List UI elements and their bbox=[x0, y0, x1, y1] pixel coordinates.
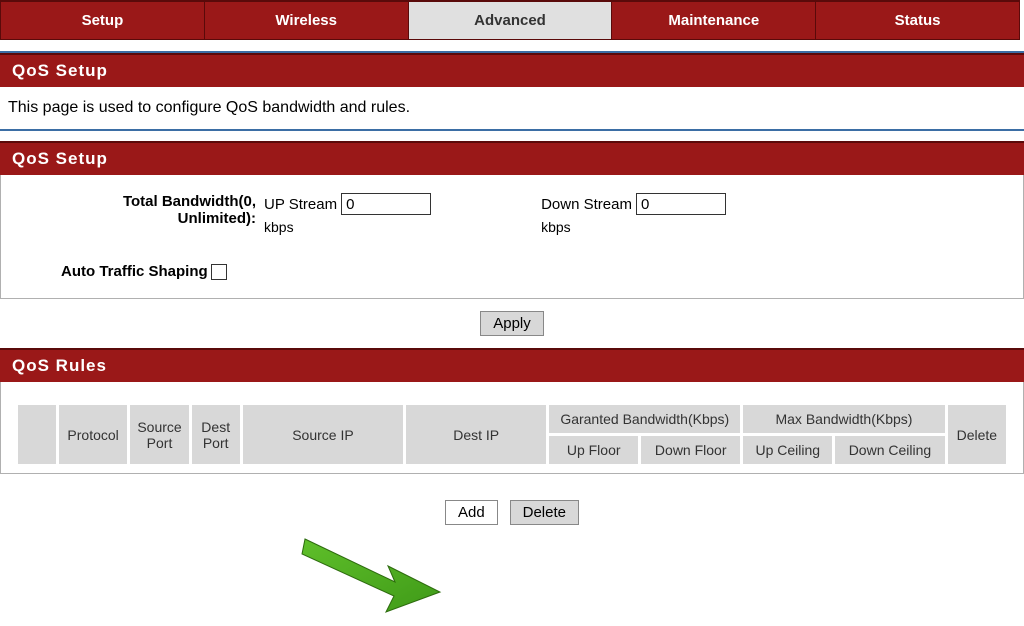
up-stream-unit: kbps bbox=[264, 219, 431, 235]
col-source-port: Source Port bbox=[129, 404, 190, 466]
auto-traffic-shaping-checkbox[interactable] bbox=[211, 264, 227, 280]
col-down-ceiling: Down Ceiling bbox=[834, 435, 946, 466]
col-dest-port: Dest Port bbox=[190, 404, 241, 466]
tab-advanced[interactable]: Advanced bbox=[408, 2, 612, 39]
apply-button[interactable]: Apply bbox=[480, 311, 544, 336]
tab-setup[interactable]: Setup bbox=[1, 2, 204, 39]
delete-button[interactable]: Delete bbox=[510, 500, 579, 525]
down-stream-unit: kbps bbox=[541, 219, 726, 235]
rules-buttons: Add Delete bbox=[0, 474, 1024, 537]
up-stream-label: UP Stream bbox=[264, 196, 337, 213]
col-dest-ip: Dest IP bbox=[405, 404, 548, 466]
divider bbox=[0, 43, 1024, 53]
down-stream-label: Down Stream bbox=[541, 196, 632, 213]
qos-setup-header-1: QoS Setup bbox=[0, 53, 1024, 87]
col-up-ceiling: Up Ceiling bbox=[742, 435, 834, 466]
total-bandwidth-label: Total Bandwidth(0, Unlimited): bbox=[61, 193, 256, 227]
up-stream-input[interactable] bbox=[341, 193, 431, 215]
qos-setup-header-2: QoS Setup bbox=[0, 141, 1024, 175]
col-source-ip: Source IP bbox=[241, 404, 404, 466]
add-button[interactable]: Add bbox=[445, 500, 498, 525]
down-stream-input[interactable] bbox=[636, 193, 726, 215]
col-blank bbox=[17, 404, 58, 466]
col-up-floor: Up Floor bbox=[548, 435, 640, 466]
col-protocol: Protocol bbox=[57, 404, 129, 466]
col-max-bw: Max Bandwidth(Kbps) bbox=[742, 404, 946, 435]
arrow-icon bbox=[300, 534, 450, 614]
qos-rules-table: Protocol Source Port Dest Port Source IP… bbox=[15, 402, 1009, 467]
apply-bar: Apply bbox=[0, 299, 1024, 348]
col-down-floor: Down Floor bbox=[640, 435, 742, 466]
tab-maintenance[interactable]: Maintenance bbox=[611, 2, 815, 39]
qos-rules-header: QoS Rules bbox=[0, 348, 1024, 382]
main-tabs: Setup Wireless Advanced Maintenance Stat… bbox=[0, 0, 1020, 40]
qos-setup-form: Total Bandwidth(0, Unlimited): UP Stream… bbox=[0, 175, 1024, 299]
tab-status[interactable]: Status bbox=[815, 2, 1019, 39]
tab-wireless[interactable]: Wireless bbox=[204, 2, 408, 39]
qos-rules-body: Protocol Source Port Dest Port Source IP… bbox=[0, 382, 1024, 474]
col-guaranteed-bw: Garanted Bandwidth(Kbps) bbox=[548, 404, 742, 435]
qos-setup-description: This page is used to configure QoS bandw… bbox=[0, 87, 1024, 131]
auto-traffic-shaping-label: Auto Traffic Shaping bbox=[61, 263, 208, 280]
col-delete: Delete bbox=[946, 404, 1007, 466]
